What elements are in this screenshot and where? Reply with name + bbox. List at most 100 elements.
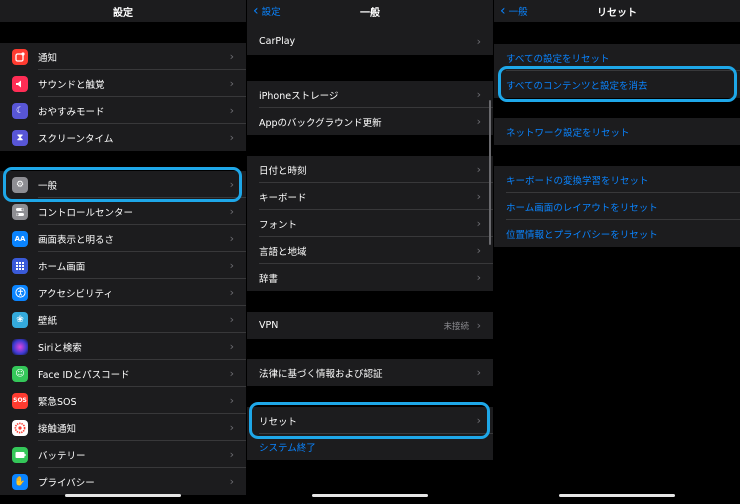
settings-item-home-screen[interactable]: ホーム画面 › xyxy=(0,252,246,279)
general-item-font[interactable]: フォント › xyxy=(247,210,493,237)
chevron-right-icon: › xyxy=(229,77,234,90)
general-item-carplay[interactable]: CarPlay › xyxy=(247,28,493,55)
highlight-reset xyxy=(249,402,490,439)
settings-group-2: ⚙ 一般 › コントロールセンター › AA 画面表示と明るさ › ホーム画面 … xyxy=(0,171,246,495)
settings-item-exposure[interactable]: 接触通知 › xyxy=(0,414,246,441)
page-title: リセット xyxy=(597,7,637,19)
settings-item-label: アクセシビリティ xyxy=(38,288,113,300)
chevron-right-icon: › xyxy=(229,421,234,434)
settings-item-wallpaper[interactable]: ❀ 壁紙 › xyxy=(0,306,246,333)
general-item-keyboard[interactable]: キーボード › xyxy=(247,183,493,210)
page-title: 設定 xyxy=(113,7,133,19)
general-item-storage[interactable]: iPhoneストレージ › xyxy=(247,81,493,108)
general-group-carplay: CarPlay › xyxy=(247,22,493,55)
general-item-datetime[interactable]: 日付と時刻 › xyxy=(247,156,493,183)
reset-option-label: すべての設定をリセット xyxy=(506,53,610,65)
reset-network-settings[interactable]: ネットワーク設定をリセット xyxy=(494,118,740,145)
chevron-right-icon: › xyxy=(229,259,234,272)
reset-location-privacy[interactable]: 位置情報とプライバシーをリセット xyxy=(494,220,740,247)
home-grid-icon xyxy=(12,257,28,274)
back-label: 一般 xyxy=(508,7,528,18)
chevron-right-icon: › xyxy=(476,271,481,284)
reset-option-label: ネットワーク設定をリセット xyxy=(506,127,630,139)
chevron-left-icon: ‹ xyxy=(500,3,506,19)
chevron-right-icon: › xyxy=(229,448,234,461)
chevron-right-icon: › xyxy=(476,163,481,176)
general-item-label: キーボード xyxy=(259,192,307,204)
reset-screen: ‹ 一般 リセット すべての設定をリセット すべてのコンテンツと設定を消去 ネッ… xyxy=(494,0,740,504)
general-item-language[interactable]: 言語と地域 › xyxy=(247,237,493,264)
settings-item-privacy[interactable]: ✋ プライバシー › xyxy=(0,468,246,495)
reset-option-label: 位置情報とプライバシーをリセット xyxy=(506,229,658,241)
siri-icon xyxy=(12,338,28,355)
faceid-icon: ☺ xyxy=(12,365,28,382)
back-label: 設定 xyxy=(261,7,281,18)
settings-item-screen-time[interactable]: ⧗ スクリーンタイム › xyxy=(0,124,246,151)
nav-bar: ‹ 設定 一般 xyxy=(247,0,493,22)
general-group-legal: 法律に基づく情報および認証 › xyxy=(247,359,493,386)
highlight-general xyxy=(3,167,242,202)
settings-item-label: プライバシー xyxy=(38,477,95,489)
general-item-vpn[interactable]: VPN 未接続 › xyxy=(247,312,493,339)
settings-item-display[interactable]: AA 画面表示と明るさ › xyxy=(0,225,246,252)
general-item-label: CarPlay xyxy=(259,36,296,47)
reset-keyboard-dictionary[interactable]: キーボードの変換学習をリセット xyxy=(494,166,740,193)
scrollbar[interactable] xyxy=(489,100,491,245)
general-item-legal[interactable]: 法律に基づく情報および認証 › xyxy=(247,359,493,386)
settings-item-sounds[interactable]: サウンドと触覚 › xyxy=(0,70,246,97)
home-indicator xyxy=(65,494,181,497)
settings-item-label: コントロールセンター xyxy=(38,207,134,219)
general-item-label: Appのバックグラウンド更新 xyxy=(259,117,382,129)
settings-item-accessibility[interactable]: アクセシビリティ › xyxy=(0,279,246,306)
chevron-right-icon: › xyxy=(229,50,234,63)
settings-item-do-not-disturb[interactable]: ☾ おやすみモード › xyxy=(0,97,246,124)
back-button[interactable]: ‹ 設定 xyxy=(253,0,281,22)
general-item-label: 言語と地域 xyxy=(259,246,307,258)
settings-item-siri[interactable]: Siriと検索 › xyxy=(0,333,246,360)
shutdown-label: システム終了 xyxy=(259,443,316,454)
settings-item-faceid[interactable]: ☺ Face IDとパスコード › xyxy=(0,360,246,387)
general-item-dictionary[interactable]: 辞書 › xyxy=(247,264,493,291)
reset-home-layout[interactable]: ホーム画面のレイアウトをリセット xyxy=(494,193,740,220)
chevron-right-icon: › xyxy=(229,394,234,407)
settings-item-notifications[interactable]: 通知 › xyxy=(0,43,246,70)
settings-item-label: 壁紙 xyxy=(38,315,58,327)
home-indicator xyxy=(559,494,675,497)
settings-screen: 設定 通知 › サウンドと触覚 › ☾ おやすみモード › ⧗ スクリーンタイム… xyxy=(0,0,246,504)
chevron-right-icon: › xyxy=(476,319,481,332)
sos-icon: SOS xyxy=(12,392,28,409)
general-group-keyboard: 日付と時刻 › キーボード › フォント › 言語と地域 › 辞書 › xyxy=(247,156,493,291)
settings-item-control-center[interactable]: コントロールセンター › xyxy=(0,198,246,225)
chevron-right-icon: › xyxy=(476,244,481,257)
general-item-label: 法律に基づく情報および認証 xyxy=(259,368,383,380)
settings-item-label: スクリーンタイム xyxy=(38,133,114,145)
settings-item-battery[interactable]: バッテリー › xyxy=(0,441,246,468)
nav-bar: 設定 xyxy=(0,0,246,22)
chevron-right-icon: › xyxy=(476,190,481,203)
back-button[interactable]: ‹ 一般 xyxy=(500,0,528,22)
chevron-right-icon: › xyxy=(476,366,481,379)
reset-group-3: キーボードの変換学習をリセット ホーム画面のレイアウトをリセット 位置情報とプラ… xyxy=(494,166,740,247)
chevron-right-icon: › xyxy=(476,217,481,230)
accessibility-icon xyxy=(12,284,28,301)
exposure-icon xyxy=(12,419,28,436)
reset-option-label: ホーム画面のレイアウトをリセット xyxy=(506,202,658,214)
settings-item-sos[interactable]: SOS 緊急SOS › xyxy=(0,387,246,414)
sounds-icon xyxy=(12,75,28,92)
settings-group-1: 通知 › サウンドと触覚 › ☾ おやすみモード › ⧗ スクリーンタイム › xyxy=(0,43,246,151)
chevron-right-icon: › xyxy=(229,232,234,245)
general-group-storage: iPhoneストレージ › Appのバックグラウンド更新 › xyxy=(247,81,493,135)
chevron-right-icon: › xyxy=(476,35,481,48)
general-item-label: iPhoneストレージ xyxy=(259,90,339,102)
chevron-right-icon: › xyxy=(229,131,234,144)
settings-item-label: 接触通知 xyxy=(38,423,77,435)
general-group-vpn: VPN 未接続 › xyxy=(247,312,493,339)
wallpaper-icon: ❀ xyxy=(12,311,28,328)
notifications-icon xyxy=(12,48,28,65)
settings-item-label: 緊急SOS xyxy=(38,396,77,408)
general-item-label: VPN xyxy=(259,320,279,331)
reset-group-2: ネットワーク設定をリセット xyxy=(494,118,740,145)
chevron-right-icon: › xyxy=(229,367,234,380)
general-item-bg-refresh[interactable]: Appのバックグラウンド更新 › xyxy=(247,108,493,135)
chevron-right-icon: › xyxy=(229,340,234,353)
